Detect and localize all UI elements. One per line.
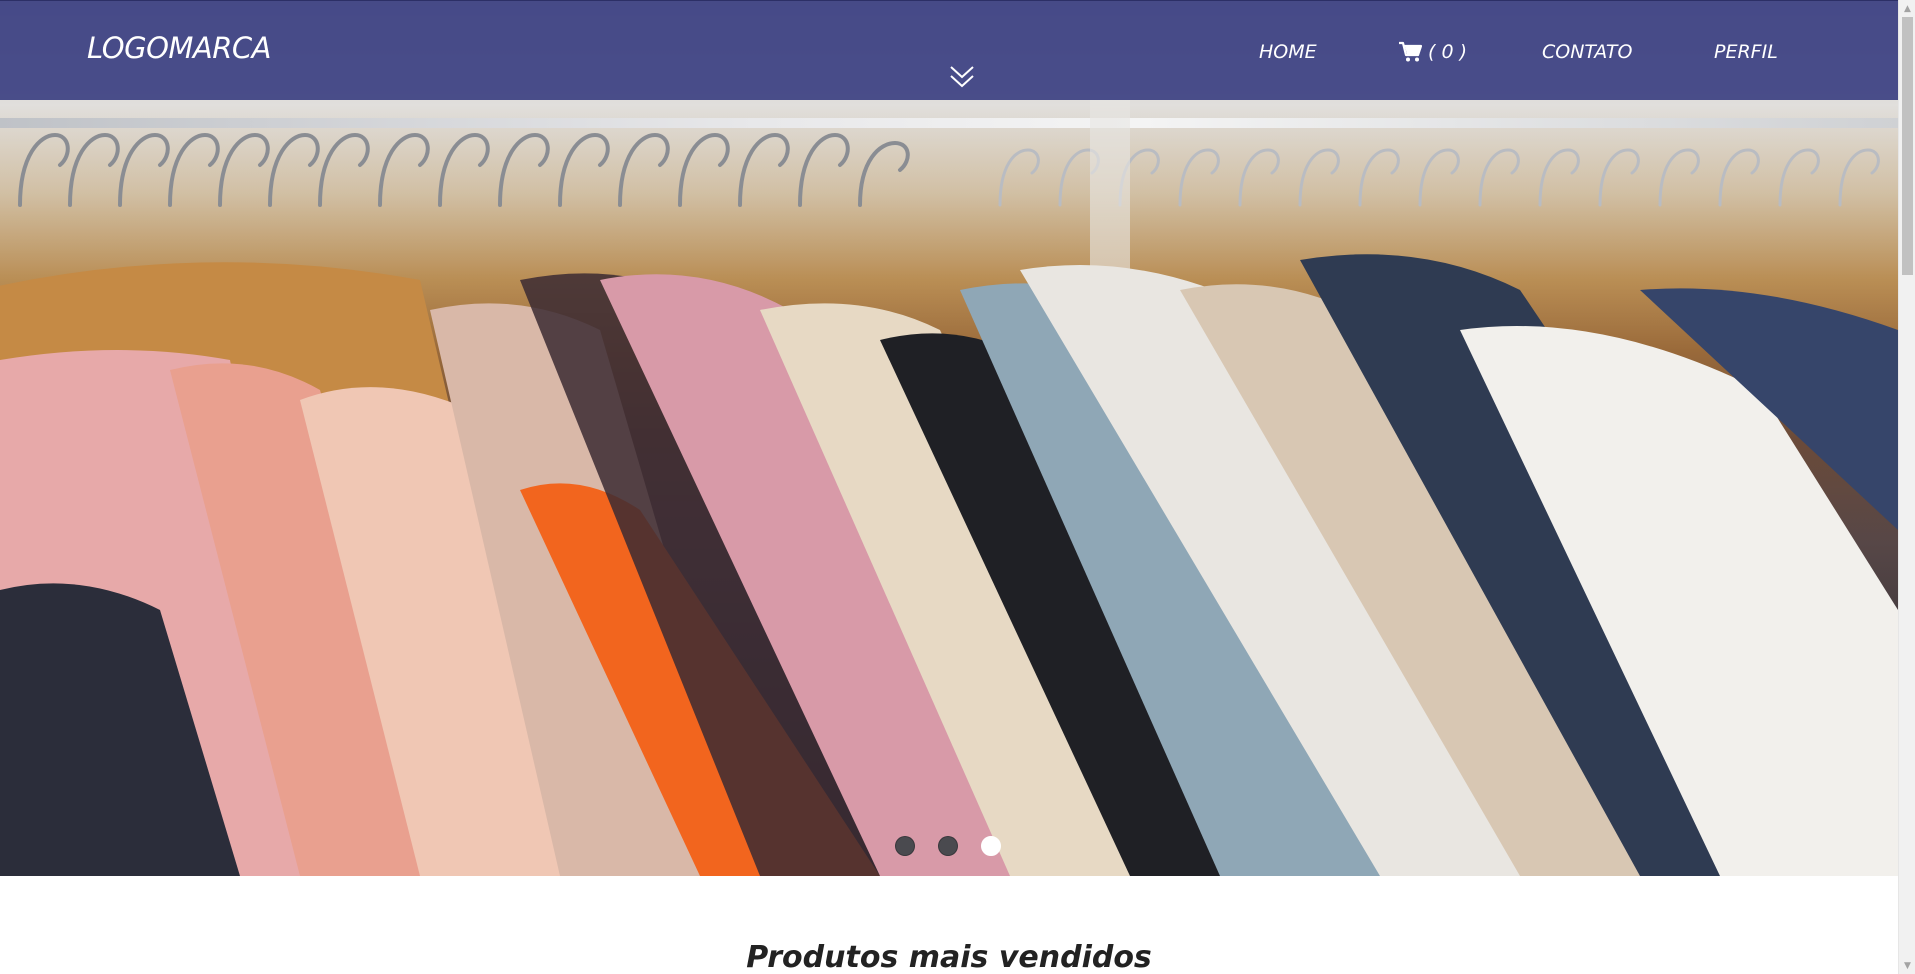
cart-count: ( 0 ) xyxy=(1428,41,1467,63)
nav-home-label: HOME xyxy=(1259,41,1317,63)
scroll-down-arrow-icon[interactable]: ▼ xyxy=(1899,957,1915,974)
scrollbar-thumb[interactable] xyxy=(1902,17,1913,275)
logo[interactable]: LOGOMARCA xyxy=(87,31,272,65)
vertical-scrollbar[interactable]: ▲ ▼ xyxy=(1898,0,1915,974)
nav-perfil-label: PERFIL xyxy=(1714,41,1778,63)
carousel-dot-2[interactable] xyxy=(938,836,958,856)
chevron-down-icon[interactable] xyxy=(948,63,976,91)
cart-icon xyxy=(1399,41,1422,62)
garments-illustration xyxy=(0,254,1898,876)
nav-cart[interactable]: ( 0 ) xyxy=(1398,39,1467,65)
hero-carousel[interactable]: LOGOMARCA HOME ( 0 ) CONTATO PERFIL xyxy=(0,0,1898,876)
scroll-up-arrow-icon[interactable]: ▲ xyxy=(1899,0,1915,17)
navbar: LOGOMARCA HOME ( 0 ) CONTATO PERFIL xyxy=(0,0,1898,100)
section-title: Produtos mais vendidos xyxy=(746,940,1152,974)
nav-contato[interactable]: CONTATO xyxy=(1542,39,1632,65)
nav-contato-label: CONTATO xyxy=(1542,41,1633,63)
carousel-indicators xyxy=(895,836,1001,856)
nav-home[interactable]: HOME xyxy=(1259,39,1317,65)
hangers-illustration xyxy=(18,95,1880,275)
carousel-dot-1[interactable] xyxy=(895,836,915,856)
page: LOGOMARCA HOME ( 0 ) CONTATO PERFIL Prod… xyxy=(0,0,1898,974)
carousel-dot-3[interactable] xyxy=(981,836,1001,856)
nav-perfil[interactable]: PERFIL xyxy=(1714,39,1778,65)
